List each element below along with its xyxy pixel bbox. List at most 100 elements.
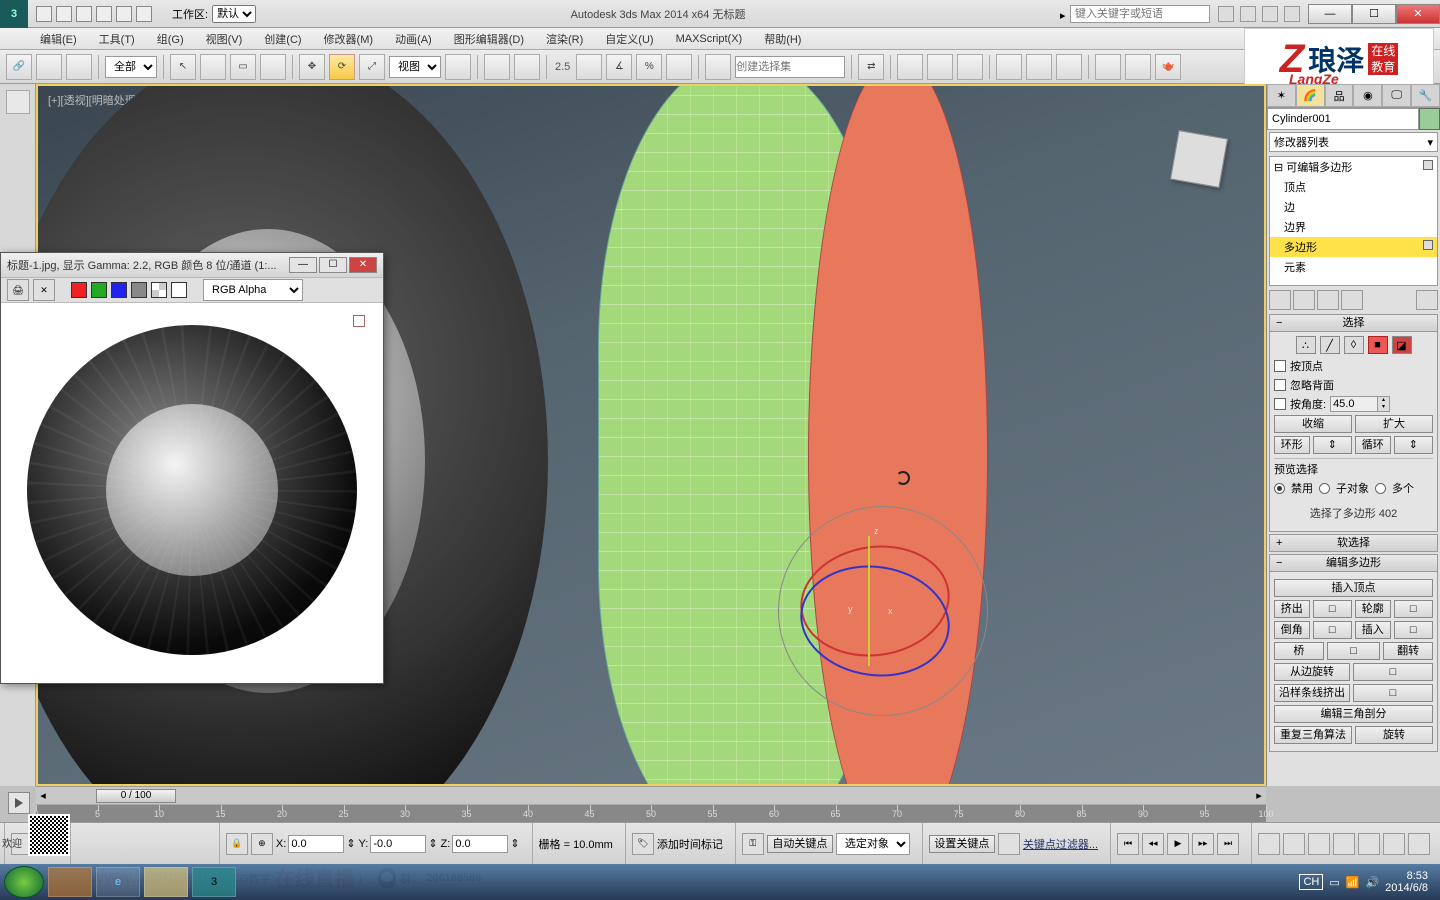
qat-new-icon[interactable] [36,6,52,22]
minimize-button[interactable]: — [1308,4,1352,24]
goto-end-icon[interactable]: ⏭ [1217,833,1239,855]
select-region-icon[interactable]: ▭ [230,54,256,80]
select-icon[interactable]: ↖ [170,54,196,80]
rotate-icon[interactable]: ⟳ [329,54,355,80]
rollout-selection-header[interactable]: 选择 [1269,314,1438,332]
channel-all-icon[interactable] [171,282,187,298]
link-icon[interactable]: 🔗 [6,54,32,80]
tray-time[interactable]: 8:53 [1385,870,1428,882]
render-icon[interactable]: 🫖 [1155,54,1181,80]
channel-r-icon[interactable] [71,282,87,298]
time-tag-icon[interactable]: 🏷 [632,833,654,855]
unlink-icon[interactable] [36,54,62,80]
object-name-input[interactable] [1267,108,1419,130]
snap2d-icon[interactable] [576,54,602,80]
menu-edit[interactable]: 编辑(E) [30,29,87,49]
imgwin-min[interactable]: — [289,257,317,273]
workspace-dropdown[interactable]: 默认 [212,5,256,23]
align-icon[interactable] [897,54,923,80]
orbit-icon[interactable] [1383,833,1405,855]
stack-element[interactable]: 元素 [1270,257,1437,277]
turn-button[interactable]: 旋转 [1355,726,1433,744]
angle-spinner[interactable]: ▴▾ [1330,396,1390,412]
coord-y-input[interactable] [370,835,426,853]
maximize-vp-icon[interactable] [1408,833,1430,855]
ring-button[interactable]: 环形 [1274,436,1310,454]
imgwin-clear-icon[interactable]: ✕ [33,279,55,301]
rotate-gizmo[interactable]: z y x [778,506,988,716]
scale-icon[interactable]: ⤢ [359,54,385,80]
qat-undo-icon[interactable] [96,6,112,22]
next-frame-icon[interactable]: ▸▸ [1192,833,1214,855]
imgwin-close[interactable]: ✕ [349,257,377,273]
retri-button[interactable]: 重复三角算法 [1274,726,1352,744]
zoom-icon[interactable] [1283,833,1305,855]
layers-icon[interactable] [927,54,953,80]
bevel-button[interactable]: 倒角 [1274,621,1310,639]
channel-alpha-icon[interactable] [151,282,167,298]
schematic-icon[interactable] [1026,54,1052,80]
percent-snap-icon[interactable]: % [636,54,662,80]
key-mode-icon[interactable] [998,833,1020,855]
layer-mgr-icon[interactable] [957,54,983,80]
move-icon[interactable]: ✥ [299,54,325,80]
tray-net-icon[interactable]: 📶 [1346,876,1360,889]
configure-icon[interactable] [1416,290,1438,310]
material-editor-icon[interactable] [1056,54,1082,80]
bridge-settings[interactable]: □ [1327,642,1381,660]
app-icon[interactable]: 3 [0,0,28,28]
task-app1[interactable] [48,867,92,897]
isolate-icon[interactable] [1258,833,1280,855]
channel-dropdown[interactable]: RGB Alpha [203,279,303,301]
loop-button[interactable]: 循环 [1355,436,1391,454]
help-icon[interactable] [1284,6,1300,22]
time-slider[interactable]: ◂ 0 / 100 ▸ [36,787,1266,805]
insert-vertex-button[interactable]: 插入顶点 [1274,579,1433,597]
tab-modify-icon[interactable]: 🌈 [1296,84,1325,107]
tab-motion-icon[interactable]: ◉ [1353,84,1382,107]
extrude-button[interactable]: 挤出 [1274,600,1310,618]
task-3dsmax[interactable]: 3 [192,867,236,897]
binoculars-icon[interactable] [1218,6,1234,22]
show-end-icon[interactable] [1293,290,1315,310]
inset-settings[interactable]: □ [1394,621,1434,639]
channel-b-icon[interactable] [111,282,127,298]
tray-flag-icon[interactable]: ▭ [1329,876,1339,889]
remove-mod-icon[interactable] [1341,290,1363,310]
object-color-swatch[interactable] [1419,108,1440,130]
preview-multi-radio[interactable] [1375,483,1386,494]
grow-button[interactable]: 扩大 [1355,415,1433,433]
tray-lang[interactable]: CH [1299,874,1323,890]
menu-graph[interactable]: 图形编辑器(D) [444,29,534,49]
bind-icon[interactable] [66,54,92,80]
star-icon[interactable] [1240,6,1256,22]
mirror-icon[interactable]: ⇄ [858,54,884,80]
menu-create[interactable]: 创建(C) [254,29,311,49]
named-sel-edit-icon[interactable] [705,54,731,80]
tray-date[interactable]: 2014/6/8 [1385,882,1428,894]
menu-customize[interactable]: 自定义(U) [595,29,663,49]
menu-maxscript[interactable]: MAXScript(X) [666,31,753,47]
goto-start-icon[interactable]: ⏮ [1117,833,1139,855]
angle-snap-icon[interactable]: ∡ [606,54,632,80]
imgwin-print-icon[interactable]: 🖨 [7,279,29,301]
qat-link-icon[interactable] [136,6,152,22]
rendered-frame-window[interactable]: 标题-1.jpg, 显示 Gamma: 2.2, RGB 颜色 8 位/通道 (… [0,252,384,684]
maximize-button[interactable]: ☐ [1352,4,1396,24]
spinner-snap-icon[interactable] [666,54,692,80]
coord-z-input[interactable] [452,835,508,853]
menu-render[interactable]: 渲染(R) [536,29,593,49]
bevel-settings[interactable]: □ [1313,621,1353,639]
subobj-element-icon[interactable]: ◪ [1392,336,1412,354]
named-selset-input[interactable] [735,56,845,78]
ring-spinner[interactable]: ⇕ [1313,436,1353,454]
channel-mono-icon[interactable] [131,282,147,298]
window-crossing-icon[interactable] [260,54,286,80]
render-setup-icon[interactable] [1095,54,1121,80]
pivot-icon[interactable] [445,54,471,80]
task-ie[interactable]: e [96,867,140,897]
qat-open-icon[interactable] [56,6,72,22]
menu-help[interactable]: 帮助(H) [754,29,811,49]
time-ruler[interactable]: 0510152025303540455055606570758085909510… [36,805,1266,823]
start-button[interactable] [4,866,44,898]
